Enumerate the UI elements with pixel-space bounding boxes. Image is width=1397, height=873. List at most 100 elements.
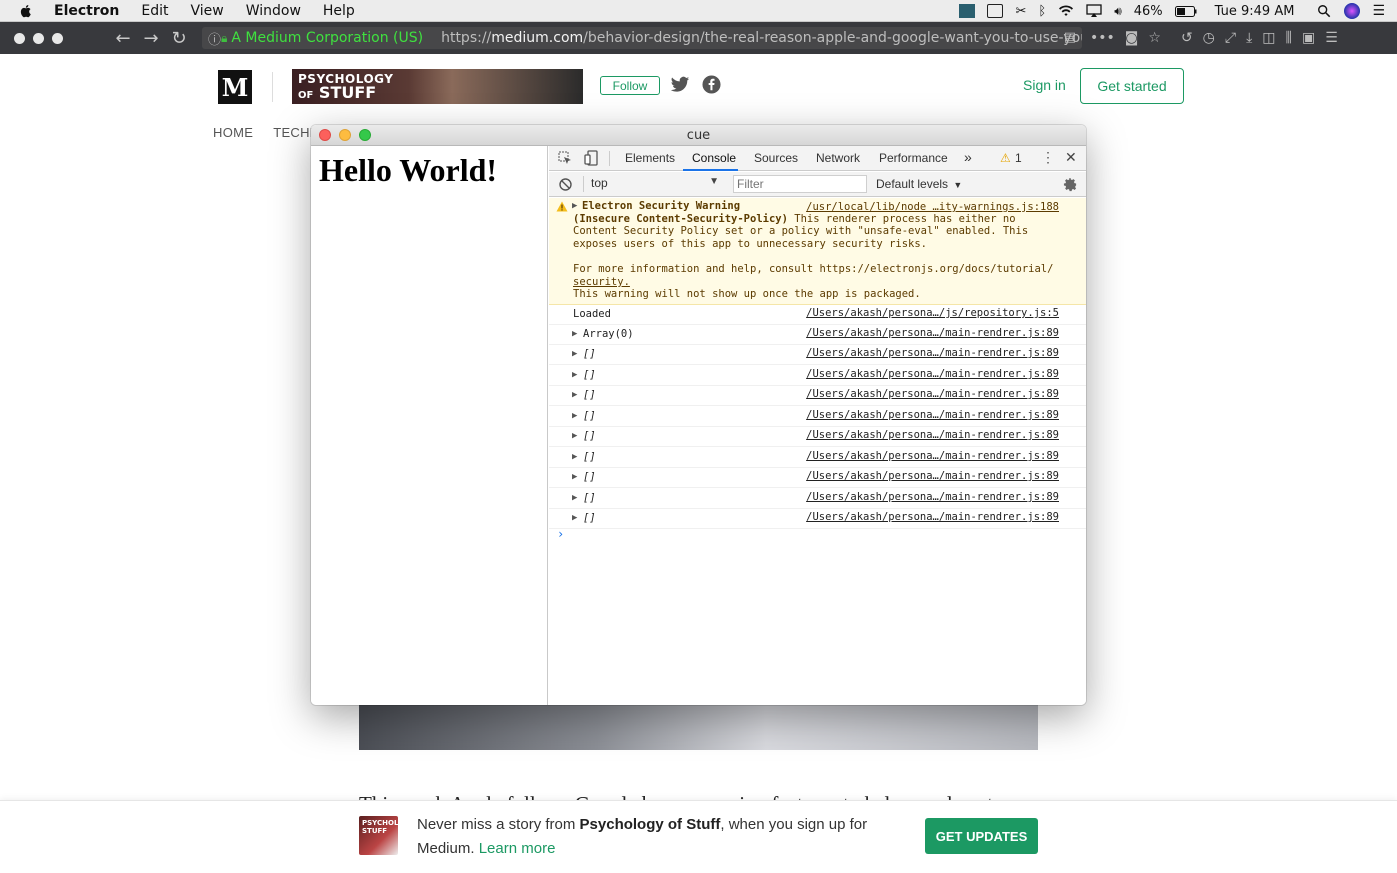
close-window-button[interactable] bbox=[14, 32, 25, 44]
wifi-icon[interactable] bbox=[1058, 4, 1074, 18]
log-source-link[interactable]: /Users/akash/persona…/main-rendrer.js:89 bbox=[806, 470, 1059, 482]
customize-devtools-icon[interactable]: ⋮ bbox=[1041, 149, 1055, 166]
clock-icon[interactable]: ◷ bbox=[1203, 30, 1215, 46]
twitter-icon[interactable] bbox=[670, 76, 690, 94]
expand-triangle-icon[interactable]: ▶ bbox=[572, 390, 577, 400]
url-bar[interactable]: ⓘ 🔒︎ A Medium Corporation (US) https:// … bbox=[202, 27, 1082, 49]
log-message[interactable]: [] bbox=[583, 369, 596, 381]
log-source-link[interactable]: /Users/akash/persona…/js/repository.js:5 bbox=[806, 307, 1059, 319]
log-source-link[interactable]: /Users/akash/persona…/main-rendrer.js:89 bbox=[806, 409, 1059, 421]
facebook-icon[interactable] bbox=[702, 75, 721, 94]
tab-elements[interactable]: Elements bbox=[625, 151, 675, 165]
pocket-icon[interactable]: ◙ bbox=[1125, 30, 1139, 46]
menu-hamburger-icon[interactable]: ☰ bbox=[1325, 30, 1338, 46]
log-message[interactable]: [] bbox=[583, 348, 596, 360]
zoom-window-button[interactable] bbox=[52, 32, 63, 44]
tab-network[interactable]: Network bbox=[816, 151, 860, 165]
screenshot-icon[interactable]: ▣ bbox=[1302, 30, 1315, 46]
expand-triangle-icon[interactable]: ▶ bbox=[572, 452, 577, 462]
spotlight-icon[interactable] bbox=[1316, 4, 1332, 18]
log-source-link[interactable]: /Users/akash/persona…/main-rendrer.js:89 bbox=[806, 327, 1059, 339]
warning-count[interactable]: 1 bbox=[1015, 151, 1022, 165]
site-info-icon[interactable]: ⓘ bbox=[208, 29, 221, 48]
inspect-element-icon[interactable] bbox=[558, 151, 572, 165]
sidebar-icon[interactable]: ◫ bbox=[1262, 30, 1275, 46]
history-icon[interactable]: ↺ bbox=[1181, 30, 1193, 46]
tab-console[interactable]: Console bbox=[692, 151, 736, 165]
expand-triangle-icon[interactable]: ▶ bbox=[572, 201, 577, 211]
log-source-link[interactable]: /Users/akash/persona…/main-rendrer.js:89 bbox=[806, 388, 1059, 400]
close-devtools-icon[interactable]: ✕ bbox=[1065, 149, 1077, 166]
forward-arrow-icon[interactable]: → bbox=[137, 28, 165, 49]
expand-triangle-icon[interactable]: ▶ bbox=[572, 329, 577, 339]
more-tabs-icon[interactable]: » bbox=[964, 149, 972, 165]
medium-logo[interactable]: M bbox=[218, 70, 252, 104]
console-settings-gear-icon[interactable] bbox=[1063, 177, 1078, 192]
reader-view-icon[interactable]: ▤ bbox=[1064, 30, 1076, 45]
library-icon[interactable]: ⫼ bbox=[1286, 30, 1292, 46]
menu-view[interactable]: View bbox=[190, 3, 223, 19]
log-message[interactable]: [] bbox=[583, 471, 596, 483]
siri-icon[interactable] bbox=[1344, 3, 1361, 19]
console-prompt[interactable]: › bbox=[557, 527, 564, 541]
notification-center-icon[interactable]: ☰ bbox=[1372, 3, 1385, 19]
log-source-link[interactable]: /Users/akash/persona…/main-rendrer.js:89 bbox=[806, 368, 1059, 380]
menu-app-name[interactable]: Electron bbox=[54, 3, 119, 19]
cb-extension-icon[interactable] bbox=[959, 4, 976, 18]
clear-console-icon[interactable] bbox=[559, 178, 572, 191]
nav-home[interactable]: HOME bbox=[213, 125, 253, 140]
kindle-icon[interactable] bbox=[987, 4, 1004, 18]
log-message[interactable]: Array(0) bbox=[583, 328, 634, 340]
volume-icon[interactable]: 🔊︎ bbox=[1114, 4, 1122, 19]
warning-source-link[interactable]: /usr/local/lib/node …ity-warnings.js:188 bbox=[806, 201, 1059, 213]
tab-sources[interactable]: Sources bbox=[754, 151, 798, 165]
menu-window[interactable]: Window bbox=[246, 3, 301, 19]
sign-in-link[interactable]: Sign in bbox=[1023, 77, 1066, 93]
log-source-link[interactable]: /Users/akash/persona…/main-rendrer.js:89 bbox=[806, 491, 1059, 503]
download-icon[interactable]: ⤓ bbox=[1246, 30, 1252, 46]
bluetooth-icon[interactable]: ᛒ bbox=[1038, 4, 1046, 19]
log-message[interactable]: [] bbox=[583, 512, 596, 524]
warning-docs-link[interactable]: security. bbox=[573, 276, 1073, 289]
log-message[interactable]: [] bbox=[583, 389, 596, 401]
follow-button[interactable]: Follow bbox=[600, 76, 660, 95]
menubar-clock[interactable]: Tue 9:49 AM bbox=[1215, 4, 1295, 19]
log-source-link[interactable]: /Users/akash/persona…/main-rendrer.js:89 bbox=[806, 429, 1059, 441]
publication-banner[interactable]: PSYCHOLOGY OF STUFF bbox=[292, 69, 583, 104]
log-message[interactable]: [] bbox=[583, 451, 596, 463]
window-titlebar[interactable]: cue bbox=[311, 125, 1086, 146]
menu-help[interactable]: Help bbox=[323, 3, 355, 19]
minimize-window-button[interactable] bbox=[33, 32, 44, 44]
context-selector[interactable]: top ▼ bbox=[591, 176, 719, 193]
log-source-link[interactable]: /Users/akash/persona…/main-rendrer.js:89 bbox=[806, 511, 1059, 523]
expand-triangle-icon[interactable]: ▶ bbox=[572, 493, 577, 503]
log-levels-dropdown[interactable]: Default levels ▼ bbox=[876, 177, 962, 191]
expand-triangle-icon[interactable]: ▶ bbox=[572, 472, 577, 482]
reload-icon[interactable]: ↻ bbox=[165, 28, 193, 49]
apple-icon[interactable] bbox=[18, 3, 34, 19]
scissors-icon[interactable]: ✂ bbox=[1015, 4, 1026, 19]
expand-icon[interactable]: ⤢ bbox=[1225, 30, 1236, 46]
device-toolbar-icon[interactable] bbox=[584, 150, 598, 166]
log-message[interactable]: [] bbox=[583, 410, 596, 422]
battery-icon[interactable] bbox=[1174, 5, 1197, 17]
expand-triangle-icon[interactable]: ▶ bbox=[572, 370, 577, 380]
get-started-button[interactable]: Get started bbox=[1080, 68, 1184, 104]
log-source-link[interactable]: /Users/akash/persona…/main-rendrer.js:89 bbox=[806, 450, 1059, 462]
page-actions-icon[interactable]: ••• bbox=[1090, 30, 1115, 46]
expand-triangle-icon[interactable]: ▶ bbox=[572, 411, 577, 421]
menu-edit[interactable]: Edit bbox=[141, 3, 168, 19]
expand-triangle-icon[interactable]: ▶ bbox=[572, 349, 577, 359]
airplay-icon[interactable] bbox=[1086, 4, 1102, 18]
log-message[interactable]: [] bbox=[583, 492, 596, 504]
log-source-link[interactable]: /Users/akash/persona…/main-rendrer.js:89 bbox=[806, 347, 1059, 359]
filter-input[interactable] bbox=[733, 175, 867, 193]
learn-more-link[interactable]: Learn more bbox=[479, 840, 556, 857]
tab-performance[interactable]: Performance bbox=[879, 151, 948, 165]
bookmark-star-icon[interactable]: ☆ bbox=[1148, 30, 1161, 46]
expand-triangle-icon[interactable]: ▶ bbox=[572, 431, 577, 441]
back-arrow-icon[interactable]: ← bbox=[109, 28, 137, 49]
get-updates-button[interactable]: GET UPDATES bbox=[925, 818, 1038, 854]
expand-triangle-icon[interactable]: ▶ bbox=[572, 513, 577, 523]
log-message[interactable]: [] bbox=[583, 430, 596, 442]
